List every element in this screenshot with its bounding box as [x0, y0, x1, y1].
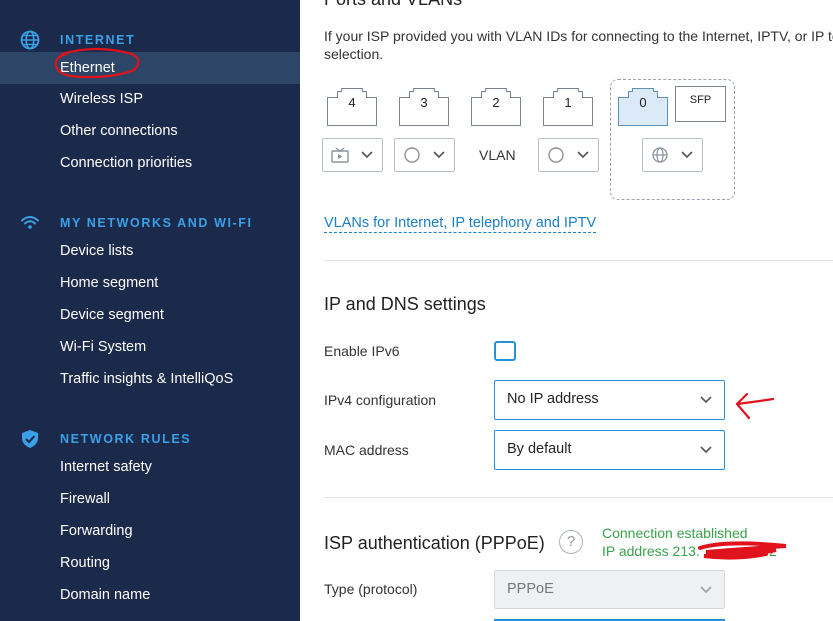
ports-description-2: selection.: [324, 46, 384, 62]
section-title-internet: INTERNET: [60, 33, 136, 47]
chevron-down-icon: [433, 151, 445, 159]
vlan-label: VLAN: [479, 147, 516, 163]
enable-ipv6-checkbox[interactable]: [494, 341, 516, 361]
port-3-function-select[interactable]: [394, 138, 455, 172]
port-1[interactable]: 1: [543, 88, 593, 126]
port-0[interactable]: 0: [618, 88, 668, 126]
mac-address-label: MAC address: [324, 442, 409, 458]
type-protocol-value: PPPoE: [507, 581, 554, 597]
sidebar-item-other-connections[interactable]: Other connections: [0, 115, 300, 147]
sidebar: INTERNET Ethernet Wireless ISP Other con…: [0, 0, 300, 621]
port-0-function-select[interactable]: [642, 138, 703, 172]
ip-dns-section-title: IP and DNS settings: [324, 294, 486, 314]
mac-address-value: By default: [507, 441, 572, 457]
port-1-function-select[interactable]: [538, 138, 599, 172]
port-4-label: 4: [348, 95, 356, 110]
section-title-my-networks: MY NETWORKS AND WI-FI: [60, 216, 253, 230]
enable-ipv6-label: Enable IPv6: [324, 343, 400, 359]
tv-icon: [331, 147, 349, 163]
section-internet: INTERNET: [0, 28, 300, 52]
divider: [324, 497, 833, 498]
ipv4-config-select[interactable]: No IP address: [494, 380, 725, 420]
sidebar-item-device-lists[interactable]: Device lists: [0, 235, 300, 267]
annotation-circle: [54, 47, 140, 79]
wifi-icon: [21, 216, 39, 229]
ip-address-status: IP address 213.: [602, 543, 700, 559]
sidebar-item-device-segment[interactable]: Device segment: [0, 299, 300, 331]
annotation-redaction: [698, 541, 787, 560]
annotation-arrow: [735, 392, 775, 420]
port-3-label: 3: [420, 95, 428, 110]
sfp-port[interactable]: SFP: [675, 86, 726, 122]
ipv4-config-value: No IP address: [507, 391, 599, 407]
vlan-help-link[interactable]: VLANs for Internet, IP telephony and IPT…: [324, 215, 597, 233]
sidebar-item-internet-safety[interactable]: Internet safety: [0, 451, 300, 483]
help-icon[interactable]: ?: [559, 530, 583, 554]
sidebar-item-firewall[interactable]: Firewall: [0, 483, 300, 515]
port-1-label: 1: [564, 95, 572, 110]
chevron-down-icon: [700, 586, 712, 594]
chevron-down-icon: [681, 151, 693, 159]
main-content: Ports and VLANs If your ISP provided you…: [300, 0, 833, 621]
ports-section-title: Ports and VLANs: [324, 0, 462, 10]
sidebar-item-wifi-system[interactable]: Wi-Fi System: [0, 331, 300, 363]
ipv4-config-label: IPv4 configuration: [324, 392, 437, 408]
ports-description: If your ISP provided you with VLAN IDs f…: [324, 28, 833, 44]
shield-icon: [22, 430, 38, 448]
sidebar-item-wireless-isp[interactable]: Wireless ISP: [0, 83, 300, 115]
chevron-down-icon: [700, 396, 712, 404]
circle-icon: [404, 147, 420, 163]
mac-address-select[interactable]: By default: [494, 430, 725, 470]
sidebar-item-connection-priorities[interactable]: Connection priorities: [0, 147, 300, 179]
sidebar-item-forwarding[interactable]: Forwarding: [0, 515, 300, 547]
port-2-label: 2: [492, 95, 500, 110]
port-0-label: 0: [639, 95, 647, 110]
section-network-rules: NETWORK RULES: [0, 427, 300, 451]
section-my-networks: MY NETWORKS AND WI-FI: [0, 211, 300, 235]
chevron-down-icon: [700, 446, 712, 454]
port-4[interactable]: 4: [327, 88, 377, 126]
globe-icon: [20, 30, 40, 50]
section-title-network-rules: NETWORK RULES: [60, 432, 192, 446]
sidebar-item-ethernet[interactable]: Ethernet: [0, 52, 300, 84]
divider: [324, 260, 833, 261]
sidebar-item-domain-name[interactable]: Domain name: [0, 579, 300, 611]
port-2[interactable]: 2: [471, 88, 521, 126]
sidebar-item-routing[interactable]: Routing: [0, 547, 300, 579]
sidebar-item-traffic-insights[interactable]: Traffic insights & IntelliQoS: [0, 363, 300, 395]
type-protocol-label: Type (protocol): [324, 581, 418, 597]
chevron-down-icon: [361, 151, 373, 159]
isp-auth-section-title: ISP authentication (PPPoE): [324, 533, 545, 553]
port-3[interactable]: 3: [399, 88, 449, 126]
globe-icon: [652, 147, 668, 163]
type-protocol-select[interactable]: PPPoE: [494, 570, 725, 609]
sidebar-item-home-segment[interactable]: Home segment: [0, 267, 300, 299]
circle-icon: [548, 147, 564, 163]
port-4-function-select[interactable]: [322, 138, 383, 172]
chevron-down-icon: [577, 151, 589, 159]
